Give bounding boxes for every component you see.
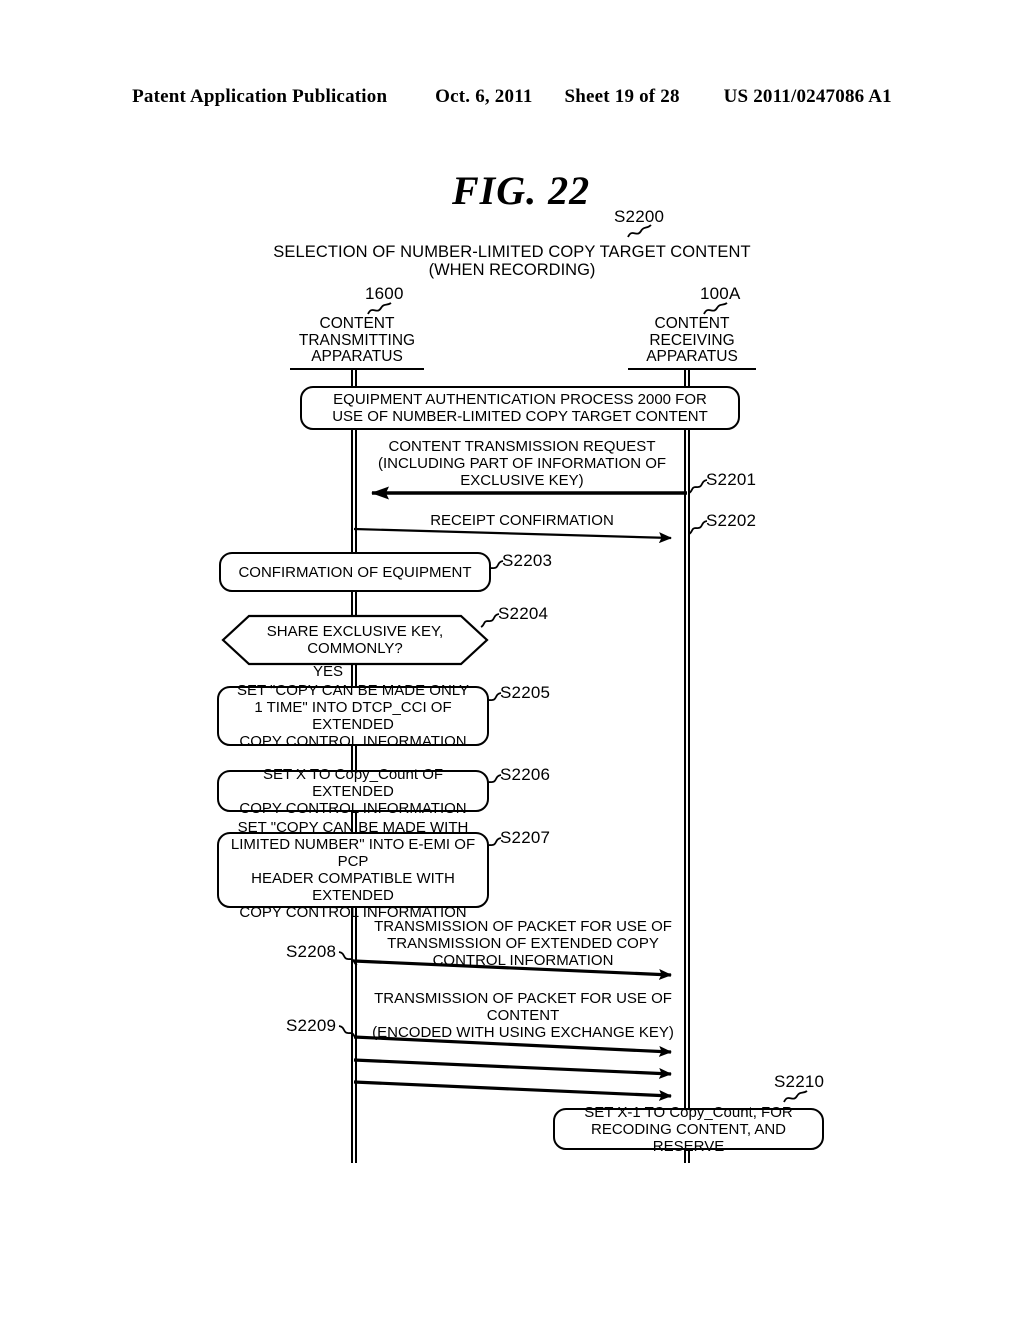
figure-label: FIG. 22 <box>452 168 591 213</box>
message-label-s2202: RECEIPT CONFIRMATION <box>430 512 614 529</box>
message-label-s2209: TRANSMISSION OF PACKET FOR USE OF CONTEN… <box>372 990 674 1041</box>
arrow-s2209-3 <box>353 1080 672 1101</box>
leader-squiggle-s2201 <box>688 479 708 494</box>
actor-receiving-underline <box>628 368 756 370</box>
patent-page-header: Patent Application Publication Oct. 6, 2… <box>0 86 1024 108</box>
actor-receiving-line-2: RECEIVING <box>649 331 735 349</box>
header-publication: Patent Application Publication <box>132 86 388 107</box>
step-text-s2205: SET "COPY CAN BE MADE ONLY 1 TIME" INTO … <box>236 682 470 750</box>
step-box-s2203[interactable]: CONFIRMATION OF EQUIPMENT <box>219 552 491 592</box>
ref-label-100a: 100A <box>700 284 741 303</box>
arrow-s2209-2 <box>353 1058 672 1079</box>
step-text-equipment-authentication: EQUIPMENT AUTHENTICATION PROCESS 2000 FO… <box>332 391 708 425</box>
step-text-s2206: SET X TO Copy_Count OF EXTENDED COPY CON… <box>239 765 467 817</box>
actor-transmitting-line-1: CONTENT <box>319 315 395 332</box>
ref-label-s2205: S2205 <box>500 683 551 702</box>
step-text-s2207: SET "COPY CAN BE MADE WITH LIMITED NUMBE… <box>230 819 476 921</box>
ref-label-s2203: S2203 <box>502 551 553 570</box>
step-text-s2204: SHARE EXCLUSIVE KEY, COMMONLY? <box>266 623 444 657</box>
leader-squiggle-s2202 <box>688 520 708 535</box>
header-date: Oct. 6, 2011 <box>435 86 533 107</box>
ref-label-s2209: S2209 <box>286 1016 337 1035</box>
actor-transmitting-line-2: TRANSMITTING <box>298 331 416 349</box>
arrow-s2202 <box>353 527 672 544</box>
message-label-s2208: TRANSMISSION OF PACKET FOR USE OF TRANSM… <box>374 918 672 969</box>
ref-label-s2207: S2207 <box>500 828 551 847</box>
ref-label-s2204: S2204 <box>498 604 549 623</box>
step-box-s2210[interactable]: SET X-1 TO Copy_Count, FOR RECODING CONT… <box>553 1104 824 1155</box>
header-sheet: Sheet 19 of 28 <box>564 86 680 107</box>
figure-title-line-2: (WHEN RECORDING) <box>428 261 596 279</box>
ref-label-1600: 1600 <box>365 284 404 303</box>
figure-title-line-1: SELECTION OF NUMBER-LIMITED COPY TARGET … <box>273 243 751 261</box>
header-publication-number: US 2011/0247086 A1 <box>723 86 892 107</box>
leader-squiggle-s2200 <box>627 224 652 238</box>
step-decision-s2204[interactable]: SHARE EXCLUSIVE KEY, COMMONLY? <box>221 614 489 666</box>
actor-receiving-line-1: CONTENT <box>654 315 730 332</box>
message-label-s2201: CONTENT TRANSMISSION REQUEST (INCLUDING … <box>377 438 667 489</box>
actor-receiving-line-3: APPARATUS <box>646 348 738 365</box>
step-box-s2207[interactable]: SET "COPY CAN BE MADE WITH LIMITED NUMBE… <box>217 819 489 921</box>
actor-transmitting-apparatus: CONTENT TRANSMITTING APPARATUS <box>284 315 430 366</box>
ref-label-s2206: S2206 <box>500 765 551 784</box>
ref-label-s2201: S2201 <box>706 470 757 489</box>
step-text-s2203: CONFIRMATION OF EQUIPMENT <box>238 563 472 581</box>
step-box-s2205[interactable]: SET "COPY CAN BE MADE ONLY 1 TIME" INTO … <box>217 682 489 750</box>
actor-transmitting-line-3: APPARATUS <box>311 348 403 365</box>
ref-label-s2208: S2208 <box>286 942 337 961</box>
step-text-s2210: SET X-1 TO Copy_Count, FOR RECODING CONT… <box>584 1103 793 1155</box>
actor-receiving-apparatus: CONTENT RECEIVING APPARATUS <box>622 315 762 366</box>
actor-transmitting-underline <box>290 368 424 370</box>
ref-label-s2210: S2210 <box>774 1072 825 1091</box>
step-box-equipment-authentication[interactable]: EQUIPMENT AUTHENTICATION PROCESS 2000 FO… <box>300 386 740 430</box>
leader-squiggle-s2209 <box>338 1025 358 1040</box>
leader-squiggle-s2208 <box>338 951 358 966</box>
ref-label-s2202: S2202 <box>706 511 757 530</box>
step-box-s2206[interactable]: SET X TO Copy_Count OF EXTENDED COPY CON… <box>217 766 489 817</box>
